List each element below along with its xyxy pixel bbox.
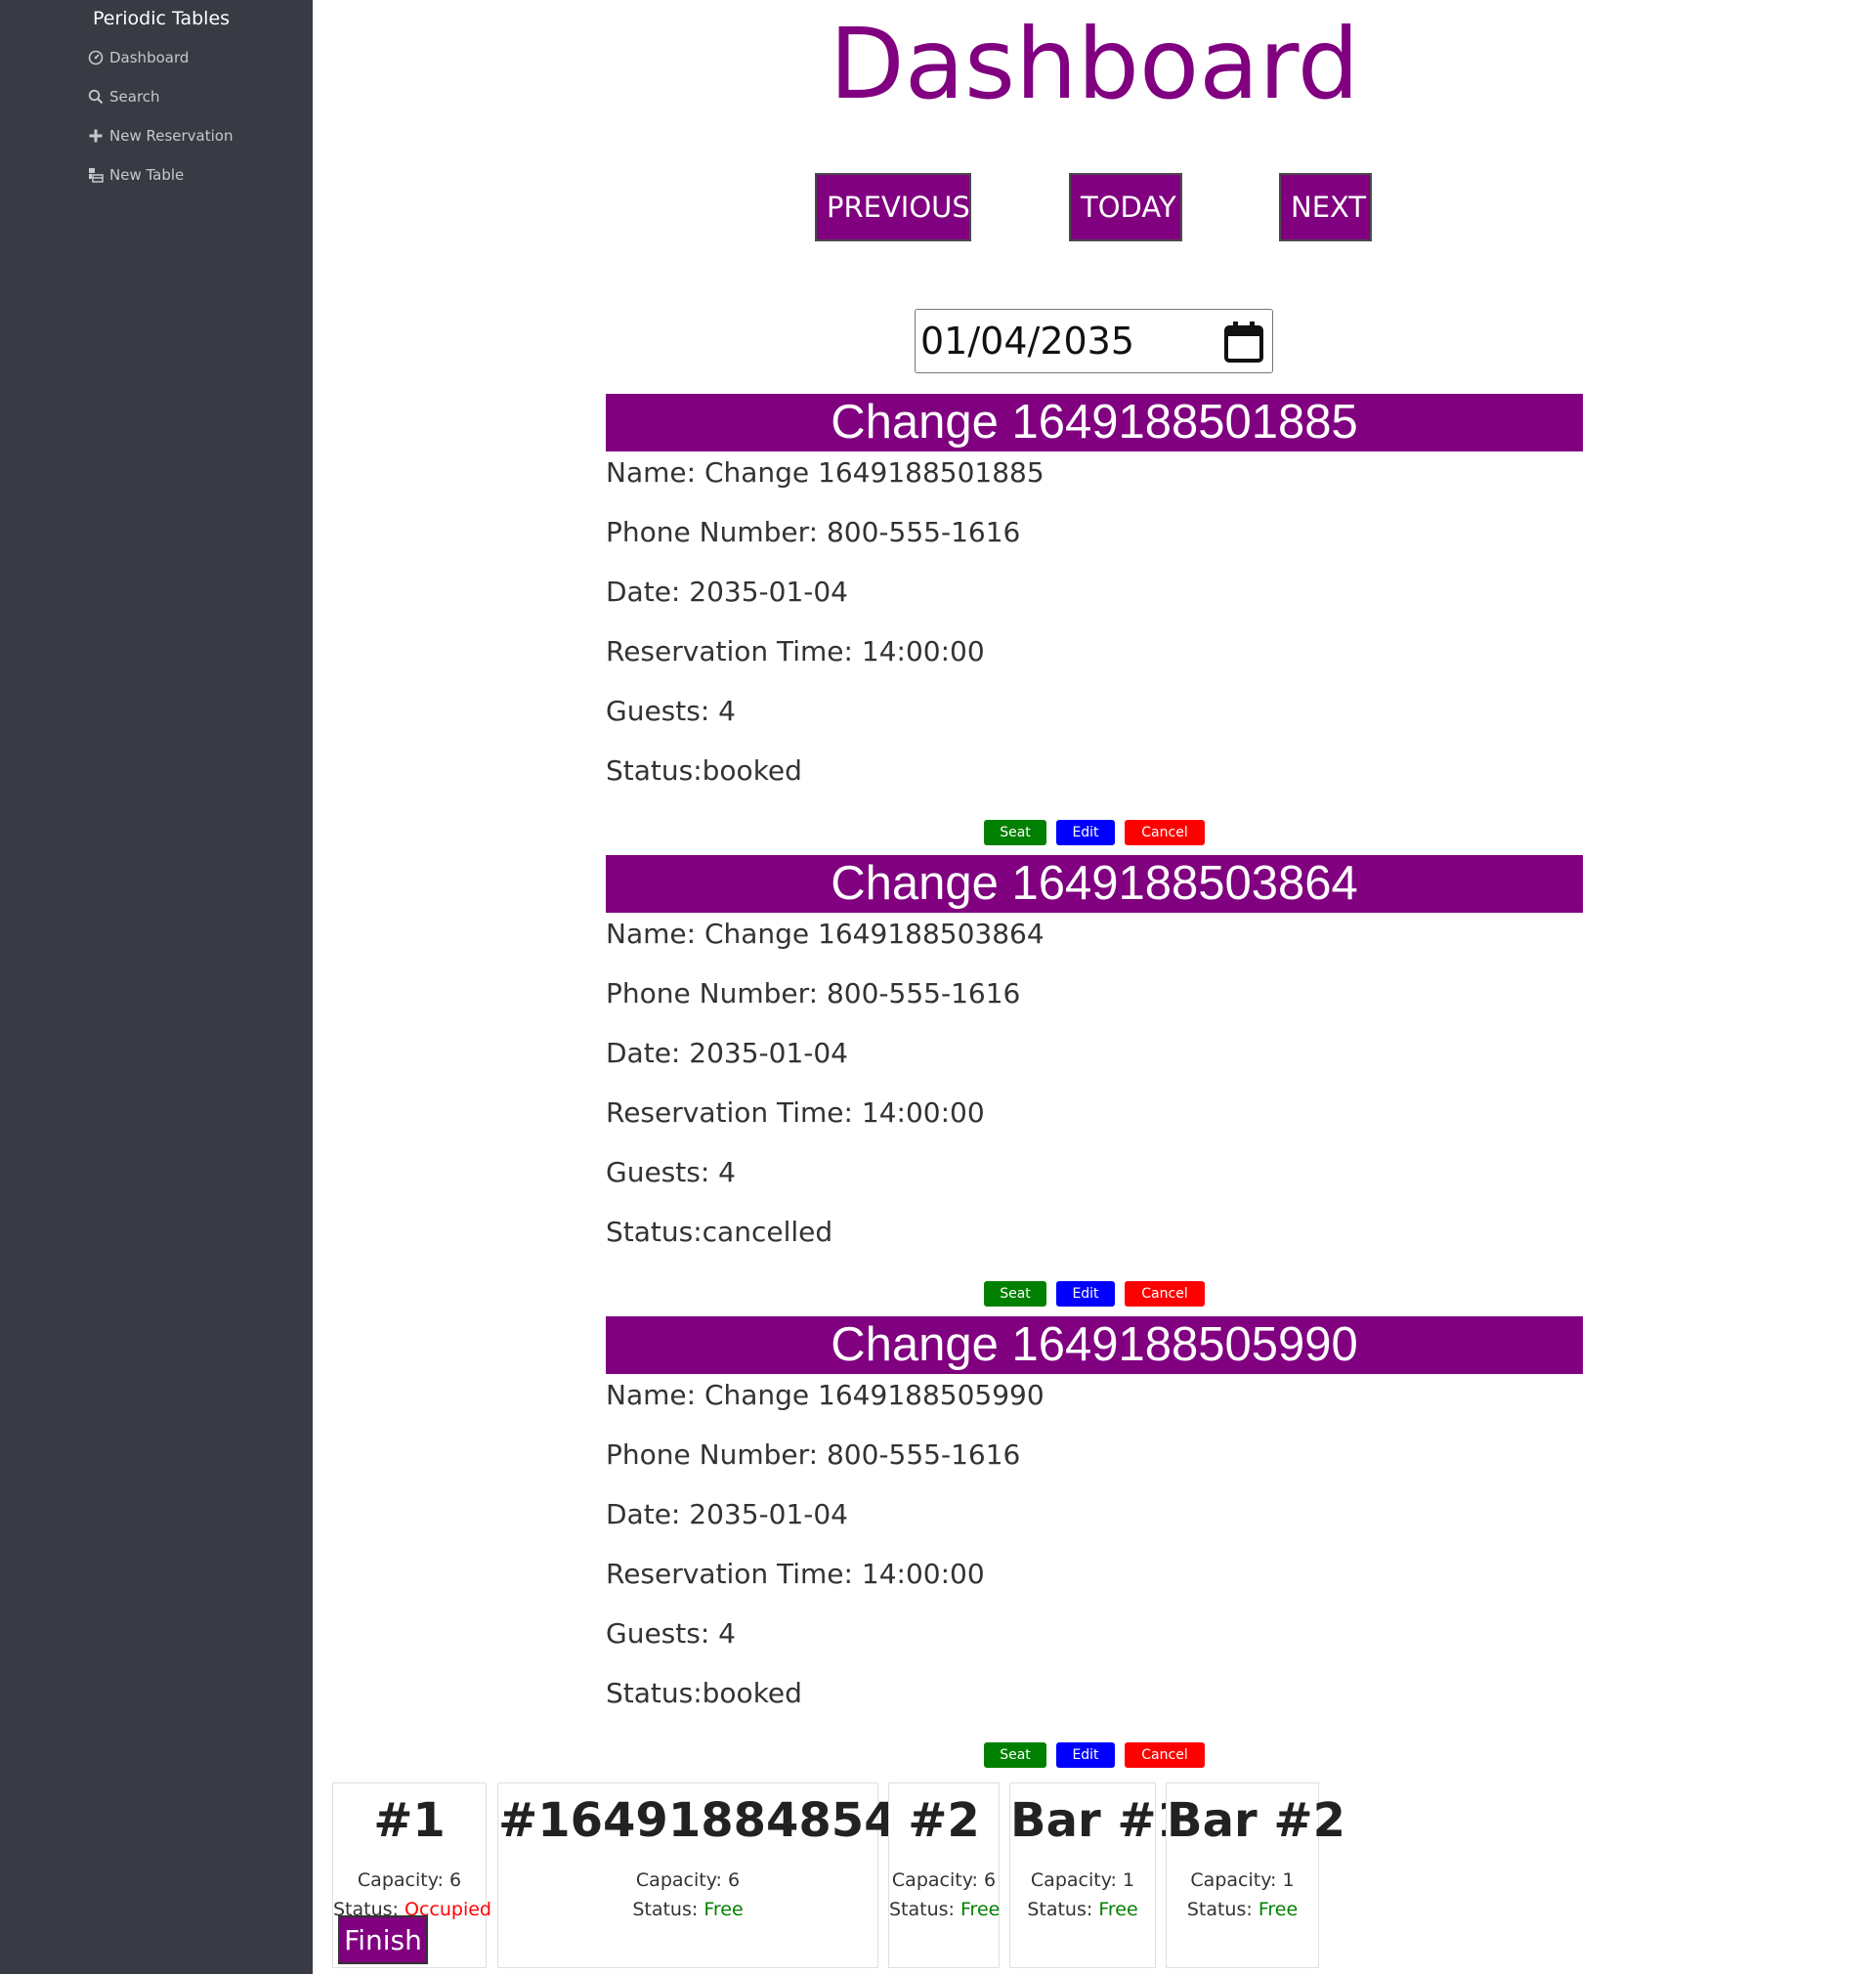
reservation-guests: Guests: 4	[606, 695, 736, 727]
seat-button[interactable]: Seat	[984, 820, 1046, 845]
table-capacity: Capacity: 6	[357, 1869, 462, 1891]
status-badge: Free	[704, 1899, 744, 1920]
date-input[interactable]: 01/04/2035	[915, 309, 1273, 373]
sidebar-item-label: Search	[109, 88, 160, 106]
cancel-button[interactable]: Cancel	[1125, 820, 1205, 845]
reservation-name: Name: Change 1649188505990	[606, 1379, 1045, 1411]
table-name: Bar #1	[1010, 1793, 1189, 1848]
calendar-icon[interactable]	[1223, 321, 1264, 367]
today-button[interactable]: TODAY	[1069, 173, 1182, 241]
reservation-date: Date: 2035-01-04	[606, 1498, 848, 1530]
table-name: Bar #2	[1167, 1793, 1345, 1848]
sidebar-item-label: Dashboard	[109, 49, 190, 66]
table-name: #2	[908, 1793, 980, 1848]
reservation-date: Date: 2035-01-04	[606, 576, 848, 608]
reservation-name: Name: Change 1649188503864	[606, 918, 1045, 950]
sidebar-item-search[interactable]: Search	[88, 88, 160, 106]
dashboard-icon	[88, 50, 104, 65]
sidebar: Periodic Tables Dashboard Search New Res…	[0, 0, 313, 1974]
reservation-name: Name: Change 1649188501885	[606, 456, 1045, 489]
reservation-time: Reservation Time: 14:00:00	[606, 1096, 985, 1129]
reservation-time: Reservation Time: 14:00:00	[606, 1558, 985, 1590]
table-capacity: Capacity: 6	[891, 1869, 997, 1891]
reservation-date: Date: 2035-01-04	[606, 1037, 848, 1069]
reservation-guests: Guests: 4	[606, 1617, 736, 1650]
status-badge: Free	[1258, 1899, 1299, 1920]
edit-button[interactable]: Edit	[1056, 1281, 1115, 1307]
status-badge: Free	[960, 1899, 1001, 1920]
sidebar-item-dashboard[interactable]: Dashboard	[88, 49, 189, 66]
status-badge: Free	[1098, 1899, 1138, 1920]
table-card: #1649188485428 Capacity: 6 Status: Free	[497, 1782, 962, 1968]
table-status: Status: Free	[1027, 1899, 1138, 1920]
table-card: Bar #1 Capacity: 1 Status: Free	[1009, 1782, 1189, 1968]
table-capacity: Capacity: 1	[1190, 1869, 1295, 1891]
reservation-time: Reservation Time: 14:00:00	[606, 635, 985, 667]
previous-button[interactable]: PREVIOUS	[815, 173, 971, 241]
cancel-button[interactable]: Cancel	[1125, 1742, 1205, 1768]
plus-icon	[88, 128, 104, 144]
sidebar-item-new-table[interactable]: New Table	[88, 166, 184, 184]
reservation-card: Change 1649188501885 Name: Change 164918…	[606, 394, 1583, 845]
table-card: #2 Capacity: 6 Status: Free	[888, 1782, 1000, 1968]
reservation-heading: Change 1649188505990	[606, 1316, 1583, 1374]
edit-button[interactable]: Edit	[1056, 1742, 1115, 1768]
reservation-phone: Phone Number: 800-555-1616	[606, 516, 1021, 548]
finish-button[interactable]: Finish	[338, 1915, 428, 1964]
seat-button[interactable]: Seat	[984, 1742, 1046, 1768]
table-capacity: Capacity: 6	[635, 1869, 741, 1891]
reservation-guests: Guests: 4	[606, 1156, 736, 1188]
table-name: #1	[373, 1793, 446, 1848]
seat-button[interactable]: Seat	[984, 1281, 1046, 1307]
date-value: 01/04/2035	[920, 320, 1135, 363]
reservation-phone: Phone Number: 800-555-1616	[606, 977, 1021, 1009]
cancel-button[interactable]: Cancel	[1125, 1281, 1205, 1307]
reservation-card: Change 1649188503864 Name: Change 164918…	[606, 855, 1583, 1307]
table-name: #1649188485428	[498, 1793, 962, 1848]
table-status: Status: Free	[632, 1899, 744, 1920]
sidebar-item-new-reservation[interactable]: New Reservation	[88, 127, 233, 145]
brand-title[interactable]: Periodic Tables	[93, 8, 230, 29]
table-status: Status: Free	[1186, 1899, 1299, 1920]
reservation-heading: Change 1649188503864	[606, 855, 1583, 913]
new-table-icon	[88, 167, 104, 183]
table-capacity: Capacity: 1	[1030, 1869, 1135, 1891]
table-card: Bar #2 Capacity: 1 Status: Free	[1166, 1782, 1345, 1968]
table-status: Status: Free	[889, 1899, 1001, 1920]
search-icon	[88, 89, 104, 105]
sidebar-item-label: New Reservation	[109, 127, 234, 145]
sidebar-item-label: New Table	[109, 166, 185, 184]
next-button[interactable]: NEXT	[1279, 173, 1372, 241]
table-card: #1 Capacity: 6 Status: Occupied Finish	[332, 1782, 491, 1968]
reservation-status: Status:booked	[606, 754, 802, 787]
reservation-status: Status:booked	[606, 1677, 802, 1709]
reservation-heading: Change 1649188501885	[606, 394, 1583, 451]
reservation-status: Status:cancelled	[606, 1216, 833, 1248]
reservation-phone: Phone Number: 800-555-1616	[606, 1438, 1021, 1471]
reservation-card: Change 1649188505990 Name: Change 164918…	[606, 1316, 1583, 1768]
edit-button[interactable]: Edit	[1056, 820, 1115, 845]
page-title: Dashboard	[829, 7, 1360, 121]
